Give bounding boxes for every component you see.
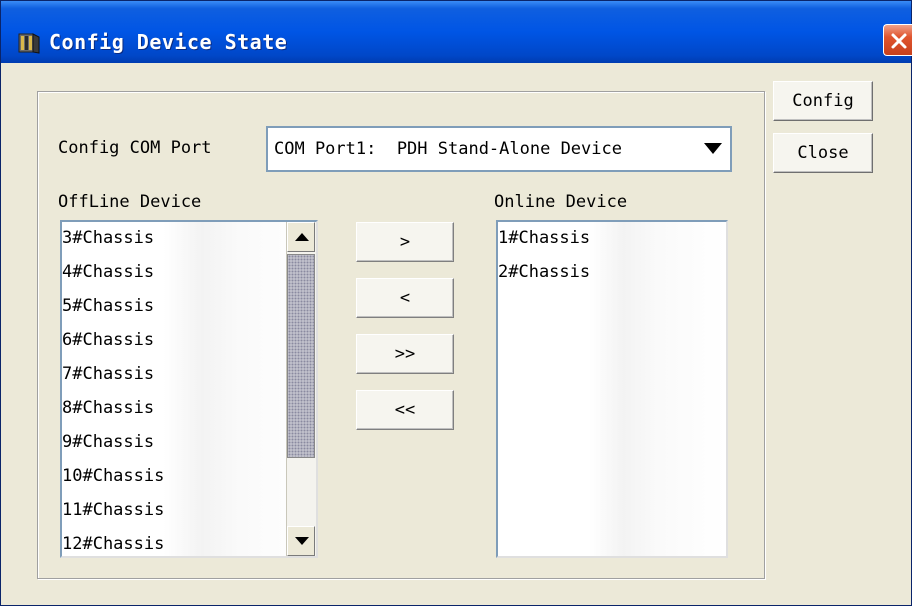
list-item[interactable]: 2#Chassis (498, 262, 590, 296)
close-icon (891, 33, 907, 49)
list-item[interactable]: 11#Chassis (62, 500, 164, 534)
list-item[interactable]: 9#Chassis (62, 432, 154, 466)
device-group-box: Config COM Port COM Port1: PDH Stand-Alo… (37, 91, 765, 579)
scroll-down-button[interactable] (287, 526, 315, 556)
close-button[interactable]: Close (773, 133, 873, 173)
move-all-right-button[interactable]: >> (356, 334, 454, 374)
offline-device-list[interactable]: 3#Chassis 4#Chassis 5#Chassis 6#Chassis … (60, 220, 318, 558)
online-device-list[interactable]: 1#Chassis 2#Chassis (496, 220, 728, 558)
list-item[interactable]: 5#Chassis (62, 296, 154, 330)
scroll-up-button[interactable] (287, 222, 315, 252)
move-right-button[interactable]: > (356, 222, 454, 262)
com-port-select[interactable]: COM Port1: PDH Stand-Alone Device (266, 126, 732, 172)
list-item[interactable]: 6#Chassis (62, 330, 154, 364)
online-device-label: Online Device (494, 192, 628, 212)
move-left-button[interactable]: < (356, 278, 454, 318)
list-item[interactable]: 4#Chassis (62, 262, 154, 296)
list-item[interactable]: 3#Chassis (62, 228, 154, 262)
config-device-state-dialog: Config Device State Config COM Port COM … (0, 0, 912, 606)
move-all-left-button[interactable]: << (356, 390, 454, 430)
com-port-selected-value: COM Port1: PDH Stand-Alone Device (274, 139, 622, 159)
arrow-up-icon (295, 233, 309, 241)
list-item[interactable]: 10#Chassis (62, 466, 164, 500)
title-bar[interactable]: Config Device State (1, 1, 912, 63)
scrollbar-thumb[interactable] (287, 254, 315, 458)
arrow-down-icon (295, 537, 309, 545)
chassis-icon (17, 31, 41, 55)
list-item[interactable]: 7#Chassis (62, 364, 154, 398)
offline-list-scrollbar[interactable] (286, 222, 316, 556)
list-item[interactable]: 8#Chassis (62, 398, 154, 432)
window-title: Config Device State (49, 30, 288, 54)
dialog-client-area: Config COM Port COM Port1: PDH Stand-Alo… (5, 63, 909, 603)
offline-device-label: OffLine Device (58, 192, 202, 212)
list-item[interactable]: 12#Chassis (62, 534, 164, 556)
chevron-down-icon[interactable] (704, 143, 722, 154)
config-button[interactable]: Config (773, 81, 873, 121)
com-port-label: Config COM Port (58, 138, 212, 158)
close-window-button[interactable] (883, 24, 912, 56)
list-item[interactable]: 1#Chassis (498, 228, 590, 262)
